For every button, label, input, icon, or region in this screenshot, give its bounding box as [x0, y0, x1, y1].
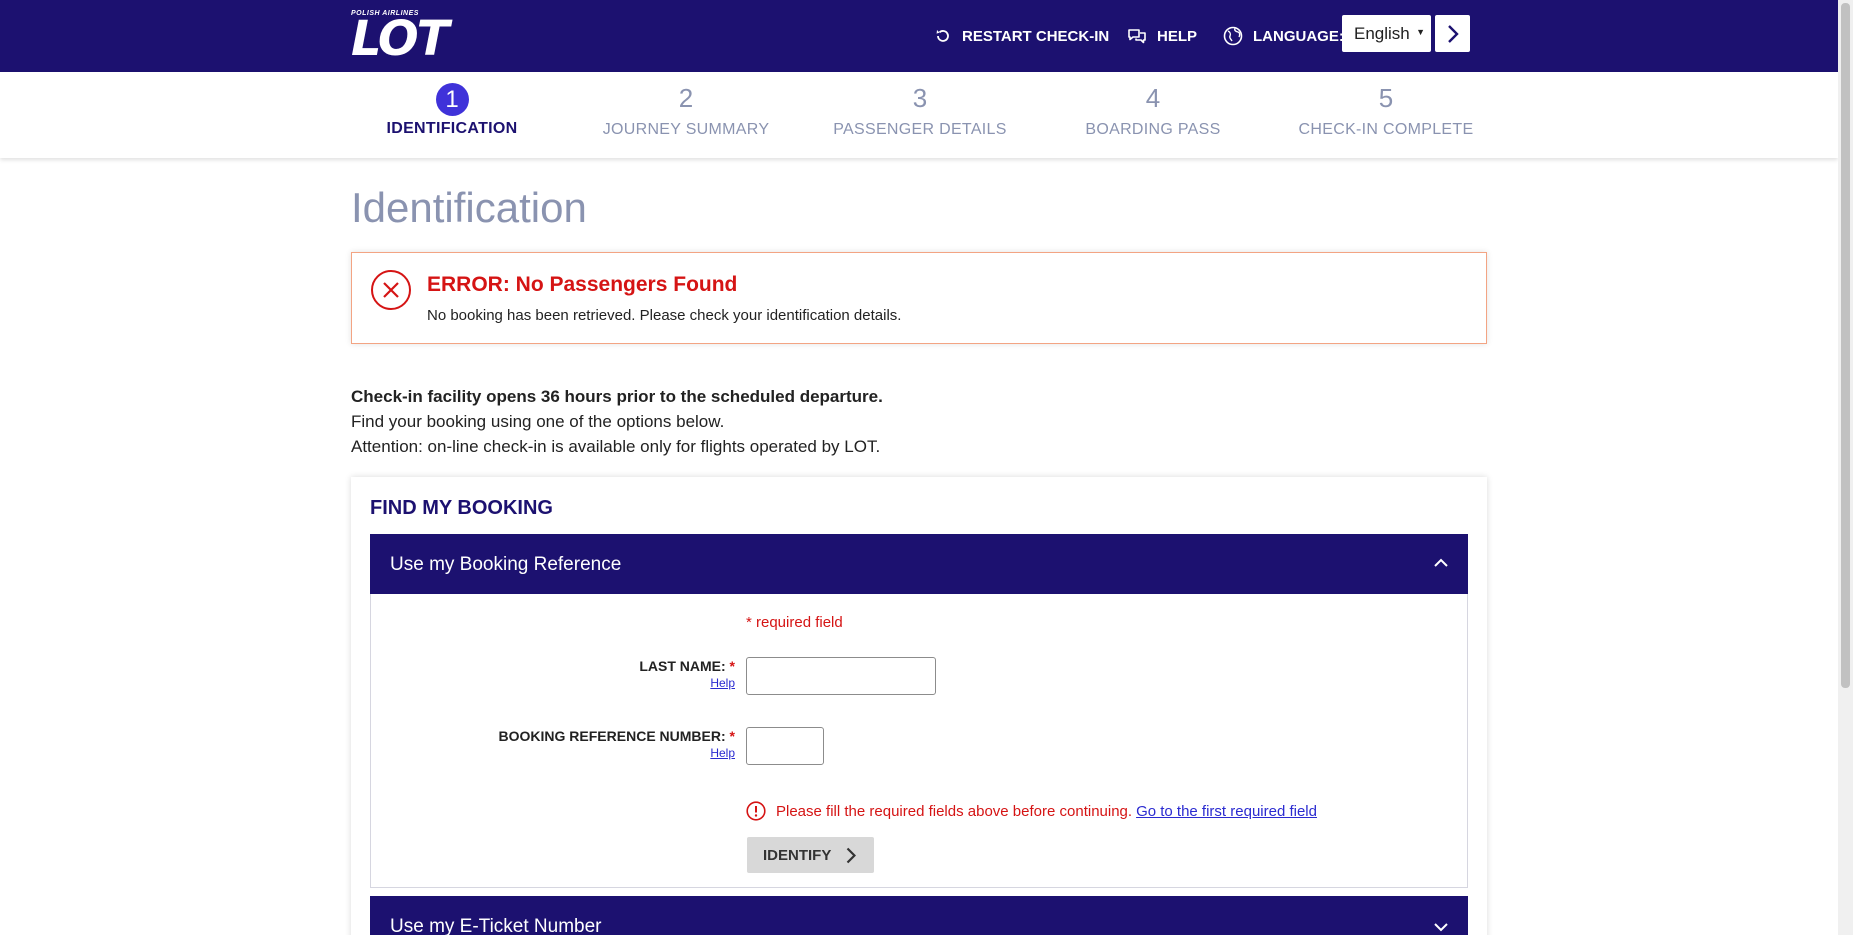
- info-line-attention: Attention: on-line check-in is available…: [351, 437, 881, 456]
- top-navigation-bar: POLISH AIRLINES LOT RESTART CHECK-IN HEL…: [0, 0, 1838, 72]
- step-label: BOARDING PASS: [1085, 121, 1221, 138]
- check-in-info: Check-in facility opens 36 hours prior t…: [351, 384, 883, 459]
- last-name-help-link[interactable]: Help: [710, 676, 735, 690]
- booking-reference-form: * required field LAST NAME: * Help BOOKI…: [370, 594, 1468, 888]
- step-number: 2: [678, 83, 694, 113]
- page-title: Identification: [351, 184, 587, 231]
- restart-check-in-link[interactable]: RESTART CHECK-IN: [934, 27, 1109, 45]
- step-passenger-details: 3 PASSENGER DETAILS: [820, 82, 1020, 139]
- identify-label: IDENTIFY: [763, 846, 832, 864]
- step-label: PASSENGER DETAILS: [833, 121, 1007, 138]
- error-title: ERROR: No Passengers Found: [427, 273, 738, 296]
- help-label: HELP: [1157, 27, 1198, 45]
- step-number: 3: [912, 83, 928, 113]
- last-name-label: LAST NAME: *: [639, 658, 735, 674]
- step-number: 4: [1145, 83, 1161, 113]
- accordion-label: Use my Booking Reference: [390, 553, 622, 575]
- chat-bubbles-icon: [1128, 29, 1146, 44]
- required-field-note: * required field: [746, 614, 843, 631]
- booking-reference-accordion-header[interactable]: Use my Booking Reference: [370, 534, 1468, 595]
- step-check-in-complete: 5 CHECK-IN COMPLETE: [1286, 82, 1486, 139]
- validation-text: Please fill the required fields above be…: [776, 802, 1133, 820]
- validation-message: Please fill the required fields above be…: [746, 801, 1317, 821]
- exclamation-circle-icon: [746, 801, 766, 821]
- language-label: LANGUAGE:: [1253, 27, 1344, 45]
- chevron-up-icon: [1434, 558, 1448, 567]
- restart-check-in-label: RESTART CHECK-IN: [962, 27, 1110, 45]
- language-select-value: English: [1354, 23, 1410, 43]
- step-label: CHECK-IN COMPLETE: [1298, 121, 1474, 138]
- lot-logo[interactable]: POLISH AIRLINES LOT: [351, 10, 449, 67]
- info-line-opening: Check-in facility opens 36 hours prior t…: [351, 387, 883, 406]
- step-number: 5: [1378, 83, 1394, 113]
- error-alert: ERROR: No Passengers Found No booking ha…: [351, 252, 1487, 344]
- logo-text: LOT: [351, 11, 449, 67]
- find-booking-card: FIND MY BOOKING Use my Booking Reference…: [351, 477, 1487, 935]
- step-label: JOURNEY SUMMARY: [602, 121, 770, 138]
- globe-icon: [1223, 26, 1243, 46]
- find-booking-title: FIND MY BOOKING: [370, 497, 553, 519]
- restart-icon: [936, 30, 949, 42]
- booking-reference-help-link[interactable]: Help: [710, 746, 735, 760]
- language-label-group: LANGUAGE:: [1223, 26, 1344, 46]
- step-boarding-pass: 4 BOARDING PASS: [1053, 82, 1253, 139]
- error-message: No booking has been retrieved. Please ch…: [427, 307, 902, 324]
- step-identification: 1 IDENTIFICATION: [352, 82, 552, 138]
- error-circle-x-icon: [371, 270, 411, 310]
- help-link[interactable]: HELP: [1127, 27, 1197, 45]
- identify-button[interactable]: IDENTIFY: [747, 837, 874, 873]
- booking-reference-label: BOOKING REFERENCE NUMBER: *: [498, 728, 735, 744]
- booking-reference-input[interactable]: [746, 727, 824, 765]
- step-label: IDENTIFICATION: [386, 120, 518, 137]
- e-ticket-accordion-header[interactable]: Use my E-Ticket Number: [370, 896, 1468, 935]
- info-line-options: Find your booking using one of the optio…: [351, 412, 725, 431]
- caret-down-icon: ▼: [1416, 27, 1425, 37]
- language-select[interactable]: English ▼: [1342, 15, 1431, 52]
- accordion-label: Use my E-Ticket Number: [390, 915, 602, 935]
- step-number: 1: [435, 83, 469, 116]
- page-scrollbar[interactable]: [1838, 0, 1853, 935]
- chevron-right-icon: [846, 847, 856, 864]
- chevron-down-icon: [1434, 923, 1448, 932]
- go-to-first-required-field-link[interactable]: Go to the first required field: [1136, 803, 1317, 820]
- last-name-input[interactable]: [746, 657, 936, 695]
- scrollbar-thumb[interactable]: [1841, 3, 1850, 688]
- language-submit-button[interactable]: [1435, 15, 1470, 52]
- chevron-right-icon: [1447, 24, 1459, 43]
- progress-steps: 1 IDENTIFICATION 2 JOURNEY SUMMARY 3 PAS…: [0, 72, 1838, 158]
- step-journey-summary: 2 JOURNEY SUMMARY: [586, 82, 786, 139]
